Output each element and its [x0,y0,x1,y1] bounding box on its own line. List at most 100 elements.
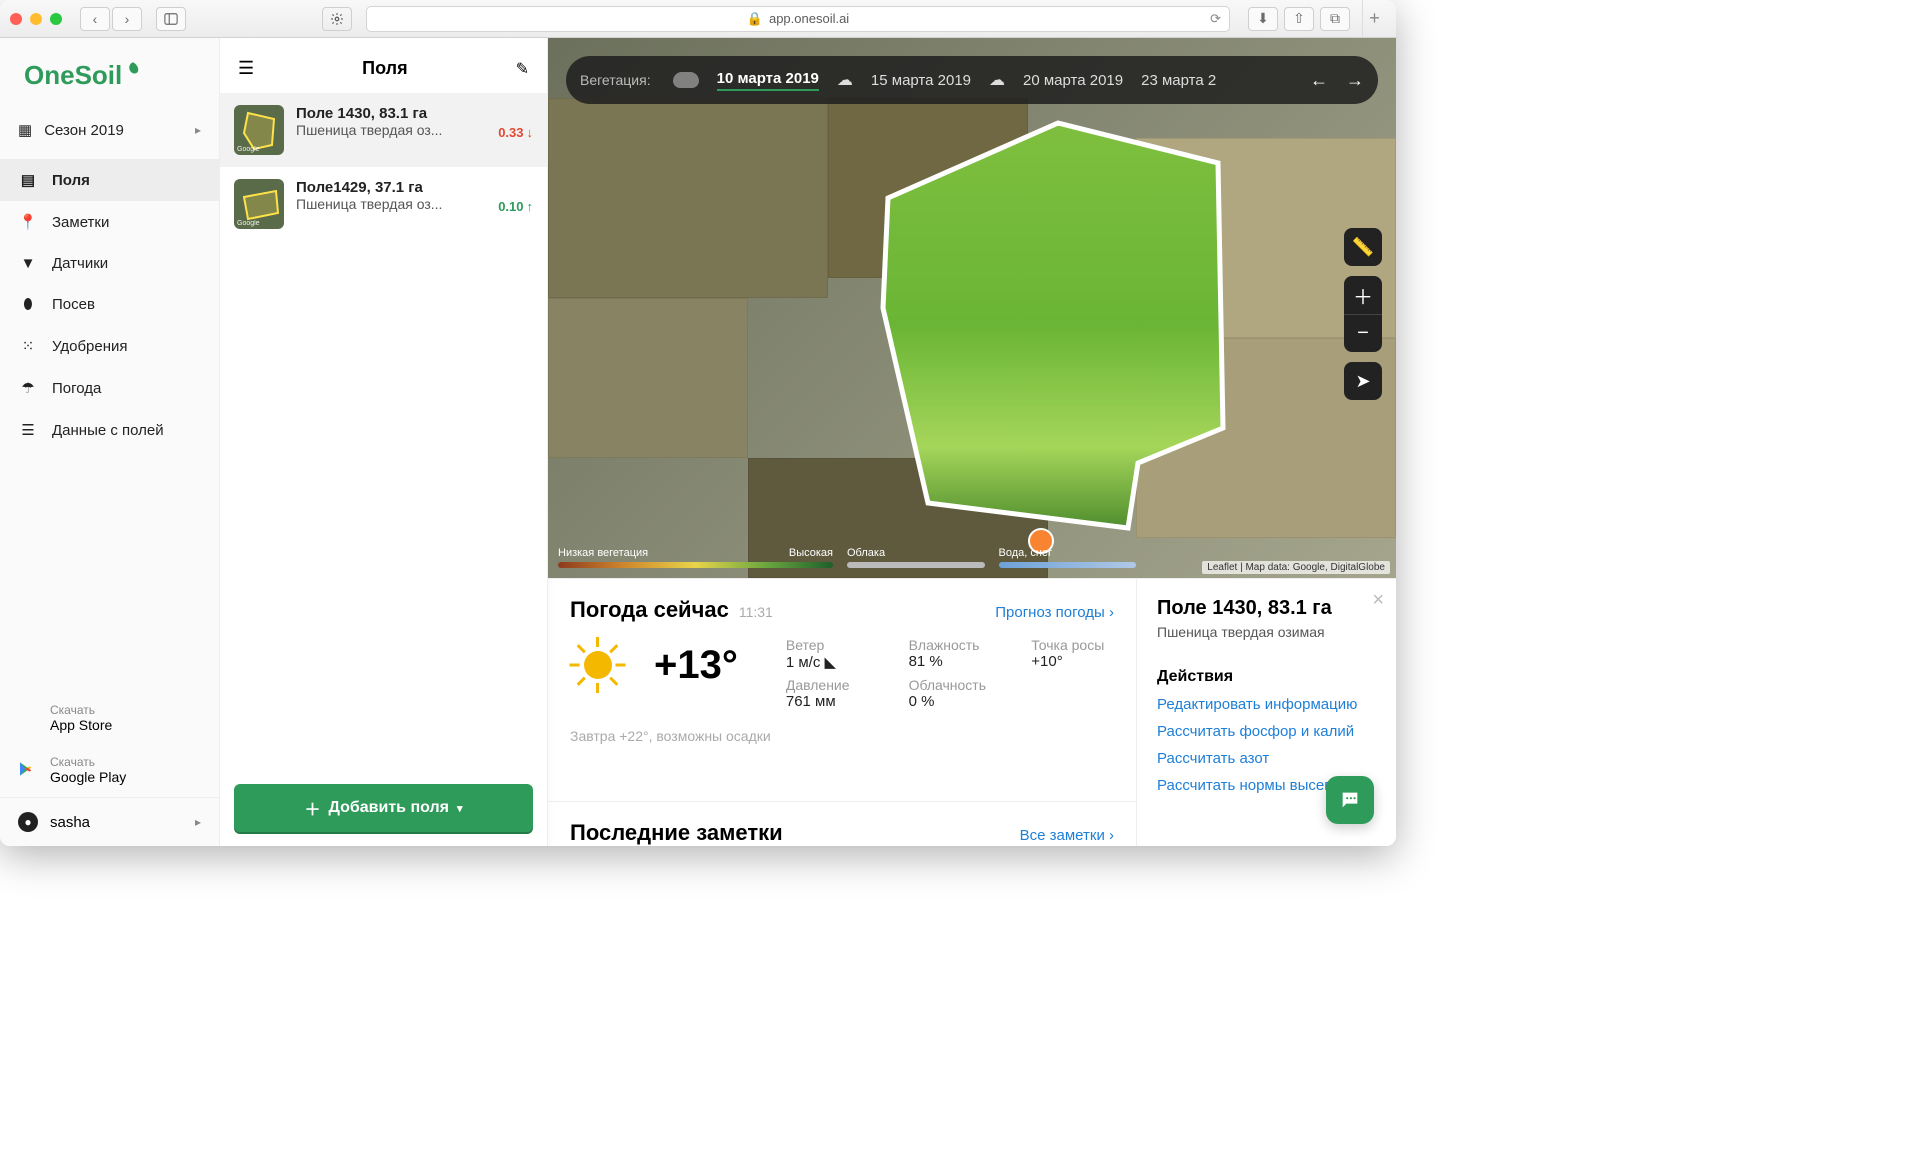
field-item[interactable]: Поле1429, 37.1 га Пшеница твердая оз... … [220,167,547,241]
dots-icon: ⁙ [18,337,38,355]
nav-fielddata[interactable]: ☰Данные с полей [0,409,219,451]
map-legend: Низкая вегетацияВысокая Облака Вода, сне… [558,547,1136,568]
weather-temp: +13° [654,637,738,693]
all-notes-link[interactable]: Все заметки › [1020,827,1114,844]
weather-panel: Погода сейчас 11:31 Прогноз погоды › [548,579,1136,789]
play-icon [18,760,38,783]
window-minimize[interactable] [30,13,42,25]
action-pk[interactable]: Рассчитать фосфор и калий [1157,723,1376,740]
forecast-link[interactable]: Прогноз погоды › [995,604,1114,621]
tomorrow-hint: Завтра +22°, возможны осадки [570,728,790,744]
sort-icon[interactable]: ☰ [238,58,254,79]
chat-button[interactable] [1326,776,1374,824]
googleplay-link[interactable]: СкачатьGoogle Play [0,745,219,797]
reload-icon[interactable]: ⟳ [1210,11,1221,27]
stack-icon: ☰ [18,421,38,439]
nav-forward-button[interactable]: › [112,7,142,31]
nav-sensors[interactable]: ▼Датчики [0,243,219,284]
avatar: ● [18,812,38,832]
map[interactable]: Уз Баг Вегетация: 10 марта 2019 ☁ 15 мар… [548,38,1396,578]
action-edit[interactable]: Редактировать информацию [1157,696,1376,713]
downloads-button[interactable]: ⬇ [1248,7,1278,31]
cloud-icon: ☁ [989,70,1005,90]
locate-button[interactable]: ➤ [1344,362,1382,400]
new-tab-button[interactable]: + [1362,0,1386,38]
user-menu[interactable]: ● sasha ▸ [0,797,219,846]
sun-icon [570,637,626,693]
nav-weather[interactable]: ☂Погода [0,367,219,409]
user-name: sasha [50,814,90,831]
date-option[interactable]: 15 марта 2019 [871,72,971,89]
lock-icon: 🔒 [747,11,763,27]
close-icon[interactable]: × [1372,589,1384,612]
panel-title: Поля [254,58,515,79]
ndvi-metric: 0.10↑ [498,179,533,214]
zoom-in-button[interactable]: ＋ [1344,276,1382,314]
wind-value: 1 м/с ◣ [786,653,869,671]
edit-icon[interactable]: ✎ [516,59,529,79]
share-button[interactable]: ⇧ [1284,7,1314,31]
add-fields-button[interactable]: ＋ Добавить поля ▾ [234,784,533,832]
url-text: app.onesoil.ai [769,11,849,26]
field-thumbnail [234,105,284,155]
field-title: Поле1429, 37.1 га [296,179,486,196]
field-crop: Пшеница твердая оз... [296,196,486,212]
date-option[interactable]: 23 марта 2 [1141,72,1216,89]
browser-titlebar: ‹ › 🔒 app.onesoil.ai ⟳ ⬇ ⇧ ⧉ + [0,0,1396,38]
nav-sowing[interactable]: ⬮Посев [0,284,219,325]
nav-fertilizers[interactable]: ⁙Удобрения [0,325,219,367]
sidebar-toggle-button[interactable] [156,7,186,31]
notes-section: Последние заметки Все заметки › [548,801,1136,846]
datestrip-label: Вегетация: [580,72,651,88]
action-nitrogen[interactable]: Рассчитать азот [1157,750,1376,767]
notes-title: Последние заметки [570,820,783,846]
address-bar[interactable]: 🔒 app.onesoil.ai ⟳ [366,6,1230,32]
tabs-button[interactable]: ⧉ [1320,7,1350,31]
pin-icon: 📍 [18,213,38,231]
weather-title: Погода сейчас [570,597,729,623]
season-label: Сезон 2019 [44,122,124,139]
arrow-up-icon: ↑ [527,199,534,214]
measure-button[interactable]: 📏 [1344,228,1382,266]
fields-panel: ☰ Поля ✎ Поле 1430, 83.1 га Пшеница твер… [220,38,548,846]
chevron-right-icon: ▸ [195,123,201,137]
season-selector[interactable]: ▦ Сезон 2019 ▸ [0,109,219,151]
zoom-out-button[interactable]: − [1344,314,1382,352]
date-option[interactable]: 10 марта 2019 [717,70,819,91]
date-prev-button[interactable]: ← [1310,70,1328,91]
appstore-link[interactable]: СкачатьApp Store [0,693,219,745]
window-maximize[interactable] [50,13,62,25]
leaf-icon [124,60,142,78]
caret-down-icon: ▾ [457,802,463,815]
nav-notes[interactable]: 📍Заметки [0,201,219,243]
window-controls [10,13,62,25]
main-nav: OneSoil ▦ Сезон 2019 ▸ ▤Поля 📍Заметки ▼Д… [0,38,220,846]
info-title: Поле 1430, 83.1 га [1157,597,1376,620]
actions-heading: Действия [1157,668,1376,686]
pressure-value: 761 мм [786,693,869,710]
settings-gear-button[interactable] [322,7,352,31]
ndvi-metric: 0.33↓ [498,105,533,140]
field-crop: Пшеница твердая оз... [296,122,486,138]
field-thumbnail [234,179,284,229]
gear-icon [330,12,344,26]
dewpoint-value: +10° [1031,653,1114,670]
nav-fields[interactable]: ▤Поля [0,159,219,201]
fields-icon: ▤ [18,171,38,189]
nav-back-button[interactable]: ‹ [80,7,110,31]
umbrella-icon: ☂ [18,379,38,397]
seed-icon: ⬮ [18,296,38,313]
brand-logo: OneSoil [0,38,219,109]
sensor-icon: ▼ [18,255,38,272]
main-content: Уз Баг Вегетация: 10 марта 2019 ☁ 15 мар… [548,38,1396,846]
date-option[interactable]: 20 марта 2019 [1023,72,1123,89]
date-strip: Вегетация: 10 марта 2019 ☁ 15 марта 2019… [566,56,1378,104]
map-attribution: Leaflet | Map data: Google, DigitalGlobe [1202,561,1390,574]
window-close[interactable] [10,13,22,25]
cloud-icon [673,72,699,88]
arrow-down-icon: ↓ [527,125,534,140]
chat-icon [1339,789,1361,811]
field-item[interactable]: Поле 1430, 83.1 га Пшеница твердая оз...… [220,93,547,167]
weather-time: 11:31 [739,604,773,620]
date-next-button[interactable]: → [1346,70,1364,91]
